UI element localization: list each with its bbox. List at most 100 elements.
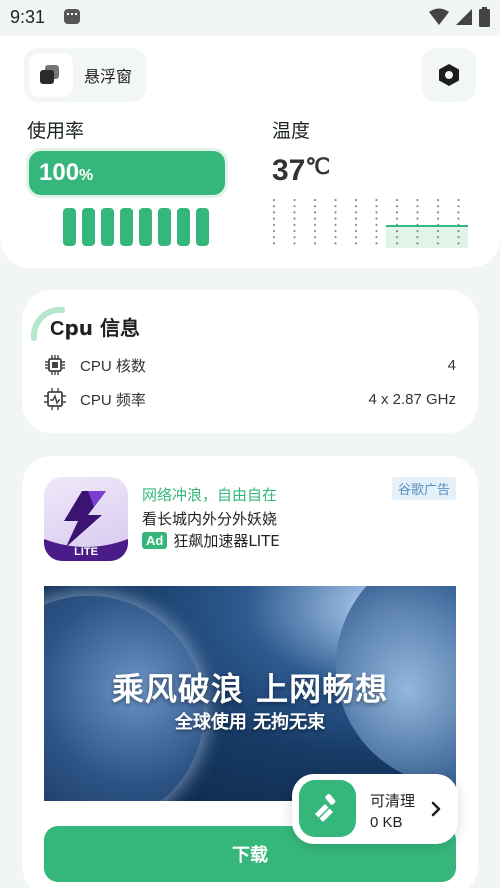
cpu-info-card: Cpu 信息 CPU 核数 4 CPU 频率 4 x 2.87 GHz	[22, 290, 478, 433]
settings-button[interactable]	[422, 48, 476, 102]
graph-dot	[313, 229, 317, 233]
graph-dot	[395, 217, 399, 220]
ad-app-name: 狂飙加速器LITE	[173, 532, 280, 550]
graph-dot	[457, 205, 460, 208]
graph-dot	[272, 236, 276, 239]
cpu-cores-label: CPU 核数	[80, 357, 146, 375]
graph-dot	[293, 236, 296, 239]
status-icons	[429, 6, 490, 28]
cpu-frequency-row: CPU 频率 4 x 2.87 GHz	[44, 386, 456, 412]
ad-tag: Ad	[142, 532, 168, 549]
graph-dot	[395, 242, 399, 245]
cleaner-size: 0 KB	[370, 814, 403, 831]
status-time: 9:31	[10, 7, 46, 27]
graph-dot	[354, 229, 358, 233]
graph-dot	[375, 223, 378, 226]
graph-dot	[313, 236, 317, 239]
graph-dot	[313, 242, 317, 245]
broom-icon	[299, 780, 356, 837]
graph-dot	[436, 211, 440, 214]
wifi-icon	[429, 8, 449, 25]
chip-pulse-icon	[44, 388, 66, 410]
graph-dot	[354, 217, 358, 220]
ad-banner-image[interactable]: 乘风破浪 上网畅想 全球使用 无拘无束	[44, 586, 456, 801]
status-bar: 9:31	[0, 0, 500, 36]
signal-icon	[456, 9, 472, 25]
settings-hexagon-icon	[439, 64, 459, 86]
graph-dot	[416, 229, 419, 233]
chip-icon	[45, 355, 65, 375]
chevron-right-icon	[431, 801, 441, 817]
temperature-unit: ℃	[305, 154, 331, 179]
cpu-info-title-prefix: C	[50, 318, 65, 340]
graph-dot	[313, 217, 317, 220]
graph-dot	[313, 205, 317, 208]
graph-dot	[416, 211, 419, 214]
graph-dot	[436, 242, 440, 245]
graph-dot	[436, 229, 440, 233]
ad-banner-subtitle: 全球使用 无拘无束	[174, 712, 326, 733]
ad-app-icon[interactable]: LITE	[44, 477, 128, 561]
graph-dot	[375, 198, 378, 202]
graph-dot	[354, 205, 358, 208]
graph-dot	[354, 223, 358, 226]
graph-dot	[272, 217, 276, 220]
cleaner-widget[interactable]: 可清理 0 KB	[292, 774, 458, 844]
graph-dot	[272, 205, 276, 208]
graph-dot	[375, 211, 378, 214]
graph-dot	[334, 223, 337, 226]
graph-dot	[457, 198, 460, 202]
graph-dot	[293, 211, 296, 214]
graph-dot	[436, 217, 440, 220]
graph-dot	[416, 198, 419, 202]
graph-dot	[416, 236, 419, 239]
core-bar	[120, 208, 133, 246]
graph-dot	[395, 198, 399, 202]
graph-dot	[375, 242, 378, 245]
graph-dot	[334, 242, 337, 245]
usage-unit: %	[79, 167, 94, 184]
graph-dot	[354, 211, 358, 214]
ad-icon-text: LITE	[74, 546, 98, 558]
float-window-icon	[29, 53, 73, 97]
graph-dot	[272, 198, 276, 202]
core-bars	[63, 208, 209, 246]
cpu-cores-value: 4	[447, 356, 456, 374]
float-window-button[interactable]: 悬浮窗	[24, 48, 146, 102]
cpu-info-title: Cpu 信息	[50, 312, 140, 341]
core-bar	[63, 208, 76, 246]
graph-dot	[457, 211, 460, 214]
graph-dot	[375, 205, 378, 208]
lightning-bolt-icon: LITE	[44, 491, 128, 561]
graph-dot	[293, 205, 296, 208]
core-bar	[82, 208, 95, 246]
graph-dot	[334, 217, 337, 220]
cpu-frequency-value: 4 x 2.87 GHz	[368, 390, 456, 408]
graph-dot	[272, 229, 276, 233]
core-bar	[158, 208, 171, 246]
usage-title: 使用率	[27, 120, 85, 142]
graph-dot	[375, 229, 378, 233]
graph-dot	[395, 236, 399, 239]
ad-description: 看长城内外分外妖娆	[142, 510, 278, 528]
graph-dot	[395, 229, 399, 233]
ad-app-row: Ad 狂飙加速器LITE	[142, 530, 280, 551]
cleaner-label: 可清理	[370, 792, 416, 810]
usage-bar-fill: 100 %	[29, 151, 225, 195]
graph-dot	[334, 236, 337, 239]
ad-banner-title: 乘风破浪 上网畅想	[111, 670, 389, 708]
graph-dot	[436, 198, 440, 202]
core-bar	[177, 208, 190, 246]
usage-bar: 100 %	[26, 148, 228, 198]
graph-dot	[395, 205, 399, 208]
ad-badge: 谷歌广告	[391, 477, 456, 500]
graph-dot	[293, 223, 296, 226]
graph-dot	[293, 217, 296, 220]
graph-dot	[334, 229, 337, 233]
graph-dot	[313, 211, 317, 214]
graph-dot	[354, 198, 358, 202]
core-bar	[139, 208, 152, 246]
graph-dot	[354, 242, 358, 245]
graph-dot	[313, 223, 317, 226]
graph-dot	[375, 217, 378, 220]
